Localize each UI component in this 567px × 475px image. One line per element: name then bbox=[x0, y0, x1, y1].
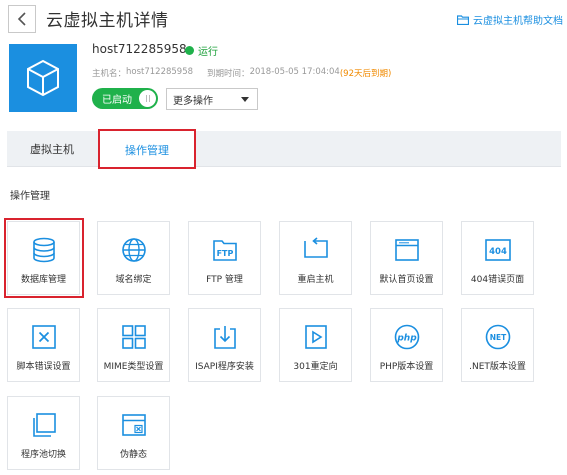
tile-label: FTP 管理 bbox=[206, 275, 243, 285]
browser-window-icon bbox=[394, 239, 419, 261]
meta-expire-label: 到期时间： bbox=[207, 69, 250, 79]
meta-expire-value: 2018-05-05 17:04:04 bbox=[249, 67, 340, 77]
tile-isapi[interactable]: ISAPI程序安装 bbox=[188, 308, 261, 382]
status-text: 运行 bbox=[198, 47, 218, 58]
close-box-icon bbox=[31, 325, 56, 349]
tile-label: ISAPI程序安装 bbox=[195, 362, 254, 372]
status-dot-icon bbox=[185, 46, 194, 55]
cube-icon bbox=[27, 59, 59, 97]
back-button[interactable] bbox=[8, 5, 36, 33]
tile-app-pool[interactable]: 程序池切换 bbox=[7, 396, 80, 470]
tile-label: 重启主机 bbox=[297, 275, 334, 285]
svg-text:404: 404 bbox=[489, 247, 507, 257]
status-badge: 运行 bbox=[185, 43, 218, 58]
tile-label: 数据库管理 bbox=[20, 275, 66, 285]
database-icon bbox=[32, 237, 55, 263]
tile-label: 伪静态 bbox=[119, 450, 147, 460]
tile-mime[interactable]: MIME类型设置 bbox=[97, 308, 170, 382]
tile-net-version[interactable]: NET .NET版本设置 bbox=[461, 308, 534, 382]
tile-pseudo-static[interactable]: 伪静态 bbox=[97, 396, 170, 470]
host-name: host712285958 bbox=[92, 42, 187, 56]
tab-bar: 虚拟主机 操作管理 bbox=[7, 131, 561, 168]
more-ops-select[interactable]: 更多操作 bbox=[166, 88, 258, 110]
tile-default-home[interactable]: 默认首页设置 bbox=[370, 221, 443, 295]
tile-label: 301重定向 bbox=[293, 362, 338, 372]
net-icon: NET bbox=[485, 324, 510, 350]
ftp-folder-icon: FTP bbox=[212, 240, 237, 261]
help-doc-label: 云虚拟主机帮助文档 bbox=[473, 16, 563, 27]
meta-host-label: 主机名： bbox=[92, 69, 127, 79]
window-close-icon bbox=[121, 414, 146, 436]
tile-database[interactable]: 数据库管理 bbox=[7, 221, 80, 295]
tile-label: 域名绑定 bbox=[115, 275, 152, 285]
chevron-left-icon bbox=[17, 12, 26, 26]
caret-down-icon bbox=[241, 97, 249, 102]
host-avatar bbox=[9, 44, 77, 112]
tile-script-error[interactable]: 脚本错误设置 bbox=[7, 308, 80, 382]
tile-redirect-301[interactable]: 301重定向 bbox=[279, 308, 352, 382]
tile-label: 404错误页面 bbox=[470, 275, 525, 285]
tile-404-page[interactable]: 404 404错误页面 bbox=[461, 221, 534, 295]
folder-icon bbox=[457, 14, 469, 25]
section-title: 操作管理 bbox=[10, 191, 50, 202]
more-ops-label: 更多操作 bbox=[173, 95, 213, 107]
toggle-label: 已启动 bbox=[102, 95, 132, 106]
tile-label: 脚本错误设置 bbox=[16, 362, 71, 372]
header: 云虚拟主机详情 云虚拟主机帮助文档 bbox=[0, 0, 567, 38]
tile-restart[interactable]: 重启主机 bbox=[279, 221, 352, 295]
grid-icon bbox=[121, 325, 146, 349]
meta-host-value: host712285958 bbox=[126, 67, 194, 77]
restart-icon bbox=[303, 237, 328, 258]
help-doc-link[interactable]: 云虚拟主机帮助文档 bbox=[457, 12, 563, 27]
tab-operations[interactable]: 操作管理 bbox=[99, 131, 195, 168]
tile-label: PHP版本设置 bbox=[379, 362, 434, 372]
tile-label: 默认首页设置 bbox=[379, 275, 434, 285]
host-meta: 主机名： host712285958 到期时间： 2018-05-05 17:0… bbox=[92, 67, 391, 79]
power-toggle[interactable]: 已启动 bbox=[92, 88, 158, 109]
404-icon: 404 bbox=[484, 239, 511, 261]
toggle-knob-icon bbox=[139, 90, 156, 107]
play-box-icon bbox=[304, 325, 327, 349]
page-title: 云虚拟主机详情 bbox=[46, 11, 169, 31]
meta-expire-warning: (92天后到期) bbox=[339, 69, 392, 79]
stacked-windows-icon bbox=[32, 413, 56, 437]
globe-icon bbox=[121, 238, 146, 262]
tile-label: MIME类型设置 bbox=[103, 362, 164, 372]
php-icon: php bbox=[394, 324, 419, 350]
tile-label: 程序池切换 bbox=[20, 450, 66, 460]
tile-domain-binding[interactable]: 域名绑定 bbox=[97, 221, 170, 295]
svg-text:FTP: FTP bbox=[216, 249, 233, 258]
tab-virtual-host[interactable]: 虚拟主机 bbox=[7, 131, 97, 167]
svg-text:php: php bbox=[396, 334, 417, 344]
tile-label: .NET版本设置 bbox=[469, 362, 526, 372]
install-icon bbox=[213, 326, 236, 349]
svg-text:NET: NET bbox=[489, 333, 506, 342]
tile-ftp[interactable]: FTP FTP 管理 bbox=[188, 221, 261, 295]
tile-php-version[interactable]: php PHP版本设置 bbox=[370, 308, 443, 382]
